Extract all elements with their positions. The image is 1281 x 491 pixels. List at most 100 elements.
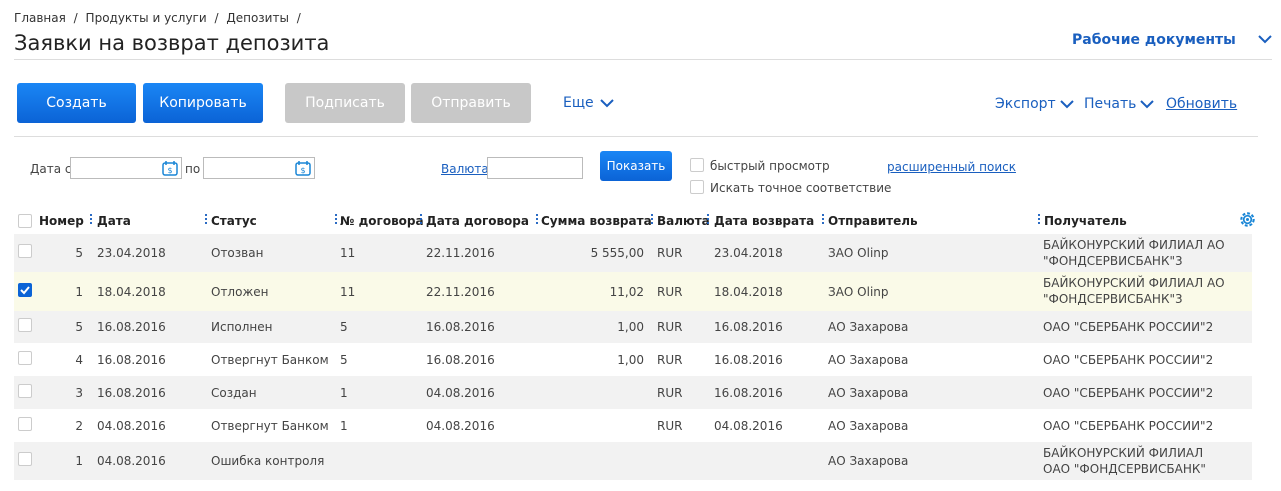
column-resize-handle[interactable] (707, 213, 709, 226)
column-header[interactable]: Дата возврата (714, 214, 814, 228)
row-checkbox[interactable] (18, 283, 32, 297)
breadcrumb-home[interactable]: Главная (14, 11, 66, 25)
row-status: Исполнен (211, 320, 273, 334)
quick-view-checkbox[interactable] (690, 158, 704, 172)
column-header[interactable]: Номер (39, 214, 84, 228)
column-resize-handle[interactable] (536, 213, 538, 226)
column-resize-handle[interactable] (420, 213, 422, 226)
column-header[interactable]: Дата (97, 214, 131, 228)
row-number: 1 (75, 454, 83, 468)
breadcrumb-products[interactable]: Продукты и услуги (86, 11, 207, 25)
row-return-date: 18.04.2018 (714, 285, 783, 299)
row-status: Отложен (211, 285, 269, 299)
divider (14, 136, 1258, 137)
breadcrumb: Главная / Продукты и услуги / Депозиты / (14, 11, 305, 25)
show-button[interactable]: Показать (600, 151, 672, 181)
print-label: Печать (1084, 96, 1137, 112)
row-contract-number: 1 (340, 386, 348, 400)
row-return-date: 04.08.2016 (714, 419, 783, 433)
copy-button[interactable]: Копировать (143, 83, 263, 123)
row-currency: RUR (657, 246, 683, 260)
work-docs-link[interactable]: Рабочие документы (1072, 32, 1236, 48)
more-menu[interactable]: Еще (563, 95, 614, 111)
table-row[interactable]: 1 18.04.2018 Отложен 11 22.11.2016 11,02 RUR 18… (14, 272, 1252, 311)
row-checkbox[interactable] (18, 384, 32, 398)
sign-button[interactable]: Подписать (285, 83, 405, 123)
table-row[interactable]: 5 23.04.2018 Отозван 11 22.11.2016 5 555,00 RU… (14, 234, 1252, 272)
column-header[interactable]: Статус (211, 214, 257, 228)
row-checkbox[interactable] (18, 452, 32, 466)
calendar-icon[interactable]: $ (295, 160, 311, 176)
more-label: Еще (563, 95, 594, 111)
breadcrumb-sep: / (73, 11, 78, 25)
row-date: 16.08.2016 (97, 320, 166, 334)
row-receiver: ОАО "СБЕРБАНК РОССИИ"2 (1043, 386, 1214, 400)
row-number: 5 (75, 246, 83, 260)
exact-match-label: Искать точное соответствие (710, 181, 892, 195)
row-checkbox[interactable] (18, 318, 32, 332)
column-header[interactable]: Сумма возврата (541, 214, 652, 228)
row-date: 04.08.2016 (97, 454, 166, 468)
row-receiver: ОАО "СБЕРБАНК РОССИИ"2 (1043, 353, 1214, 367)
row-sender: ЗАО Olinp (828, 285, 889, 299)
currency-link[interactable]: Валюта (441, 162, 489, 176)
table-row[interactable]: 1 04.08.2016 Ошибка контроля АО Захарова БАЙ… (14, 442, 1252, 480)
row-receiver: ОАО "СБЕРБАНК РОССИИ"2 (1043, 419, 1214, 433)
row-sender: АО Захарова (828, 353, 909, 367)
check-icon (20, 286, 30, 295)
currency-input[interactable] (487, 157, 583, 179)
exact-match-checkbox[interactable] (690, 180, 704, 194)
row-receiver: БАЙКОНУРСКИЙ ФИЛИАЛ АО "ФОНДСЕРВИСБАНК"3 (1043, 238, 1225, 268)
row-checkbox[interactable] (18, 244, 32, 258)
send-button[interactable]: Отправить (411, 83, 531, 123)
row-currency: RUR (657, 353, 683, 367)
column-header[interactable]: № договора (340, 214, 424, 228)
export-menu[interactable]: Экспорт (995, 96, 1074, 112)
chevron-down-icon[interactable] (1258, 34, 1272, 44)
calendar-icon[interactable]: $ (162, 160, 178, 176)
print-menu[interactable]: Печать (1084, 96, 1155, 112)
column-resize-handle[interactable] (335, 213, 337, 226)
row-number: 1 (75, 285, 83, 299)
column-resize-handle[interactable] (205, 213, 207, 226)
row-contract-number: 5 (340, 320, 348, 334)
row-checkbox[interactable] (18, 417, 32, 431)
column-resize-handle[interactable] (90, 213, 92, 226)
row-status: Создан (211, 386, 257, 400)
column-header[interactable]: Отправитель (828, 214, 918, 228)
create-button[interactable]: Создать (17, 83, 136, 123)
row-checkbox[interactable] (18, 351, 32, 365)
breadcrumb-sep: / (296, 11, 301, 25)
column-header[interactable]: Дата договора (426, 214, 529, 228)
date-to-input[interactable]: $ (203, 157, 315, 179)
column-header[interactable]: Валюта (657, 214, 710, 228)
column-resize-handle[interactable] (1038, 213, 1040, 226)
svg-text:$: $ (167, 166, 172, 175)
page-title: Заявки на возврат депозита (14, 31, 330, 55)
table-row[interactable]: 4 16.08.2016 Отвергнут Банком 5 16.08.2016 1,… (14, 343, 1252, 376)
row-contract-number: 11 (340, 246, 356, 260)
row-number: 4 (75, 353, 83, 367)
column-resize-handle[interactable] (651, 213, 653, 226)
table-row[interactable]: 3 16.08.2016 Создан 1 04.08.2016 RUR 16.08.201… (14, 376, 1252, 409)
row-status: Отвергнут Банком (211, 419, 329, 433)
row-return-date: 16.08.2016 (714, 320, 783, 334)
refresh-link[interactable]: Обновить (1166, 96, 1237, 112)
date-from-input[interactable]: $ (70, 157, 182, 179)
row-sender: ЗАО Olinp (828, 246, 889, 260)
column-header[interactable]: Получатель (1044, 214, 1127, 228)
breadcrumb-deposits[interactable]: Депозиты (226, 11, 289, 25)
table-row[interactable]: 5 16.08.2016 Исполнен 5 16.08.2016 1,00 RUR 16.… (14, 311, 1252, 343)
row-receiver: БАЙКОНУРСКИЙ ФИЛИАЛ АО "ФОНДСЕРВИСБАНК"3 (1043, 276, 1225, 306)
row-contract-date: 22.11.2016 (426, 285, 495, 299)
column-resize-handle[interactable] (822, 213, 824, 226)
table-row[interactable]: 2 04.08.2016 Отвергнут Банком 1 04.08.2016 RU… (14, 409, 1252, 442)
advanced-search-link[interactable]: расширенный поиск (887, 160, 1016, 174)
row-amount: 5 555,00 (590, 246, 644, 260)
gear-icon[interactable] (1238, 210, 1257, 229)
row-return-date: 16.08.2016 (714, 386, 783, 400)
select-all-checkbox[interactable] (18, 214, 32, 228)
row-date: 04.08.2016 (97, 419, 166, 433)
row-number: 5 (75, 320, 83, 334)
chevron-down-icon (1140, 100, 1155, 109)
